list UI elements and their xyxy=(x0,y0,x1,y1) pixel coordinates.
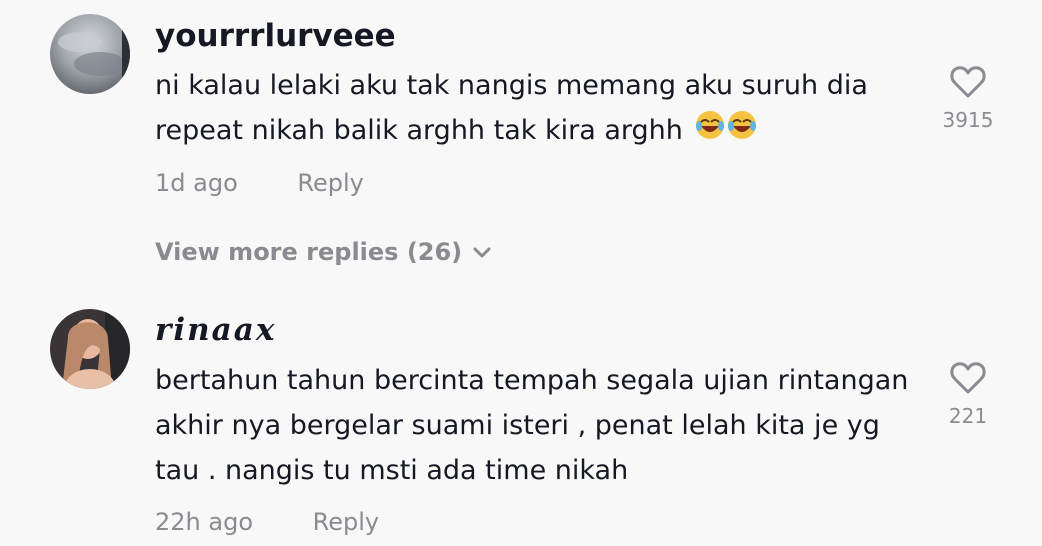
view-more-replies-label: View more replies (26) xyxy=(155,238,463,266)
laughing-emoji-icon xyxy=(695,109,757,154)
avatar[interactable] xyxy=(50,14,130,94)
like-control: 221 xyxy=(928,358,1008,428)
comment-timestamp: 22h ago xyxy=(155,508,254,536)
heart-outline-icon[interactable] xyxy=(948,358,988,398)
comment-meta: 22h ago Reply xyxy=(155,508,379,536)
comment-item: yourrrlurveee ni kalau lelaki aku tak na… xyxy=(0,0,1042,290)
reply-button[interactable]: Reply xyxy=(313,508,379,536)
like-control: 3915 xyxy=(928,62,1008,132)
view-more-replies-button[interactable]: View more replies (26) xyxy=(155,238,492,266)
comment-text-body: ni kalau lelaki aku tak nangis memang ak… xyxy=(155,70,868,146)
like-count: 221 xyxy=(948,404,988,428)
heart-outline-icon[interactable] xyxy=(948,62,988,102)
like-count: 3915 xyxy=(942,108,994,132)
comment-meta: 1d ago Reply xyxy=(155,169,364,197)
comment-text: ni kalau lelaki aku tak nangis memang ak… xyxy=(155,63,915,154)
chevron-down-icon xyxy=(473,247,491,258)
comment-timestamp: 1d ago xyxy=(155,169,238,197)
reply-button[interactable]: Reply xyxy=(297,169,363,197)
comment-username[interactable]: yourrrlurveee xyxy=(155,18,396,54)
comment-username[interactable]: rinaax xyxy=(155,312,276,348)
comment-item: rinaax bertahun tahun bercinta tempah se… xyxy=(0,300,1042,546)
avatar[interactable] xyxy=(50,309,130,389)
comment-text: bertahun tahun bercinta tempah segala uj… xyxy=(155,365,909,486)
